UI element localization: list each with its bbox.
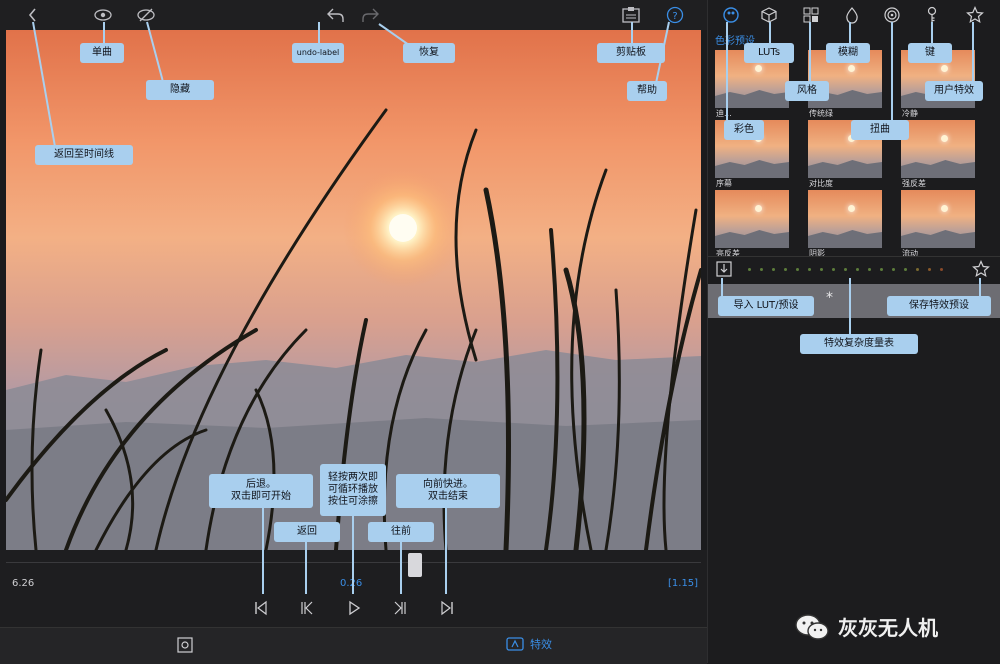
favorite-mark-icon: *	[826, 290, 833, 306]
callout-complexity: 特效复杂度量表	[800, 334, 918, 354]
import-icon[interactable]	[715, 260, 733, 282]
preset-label: 迪...	[716, 109, 732, 118]
watermark: 灰灰无人机	[794, 612, 938, 641]
effects-icon	[506, 637, 524, 651]
preset-label: 冷静	[902, 109, 918, 118]
preset-thumb[interactable]	[901, 190, 975, 248]
preset-label: 阴影	[809, 249, 825, 258]
callout-key: 键	[908, 43, 952, 63]
frame-adjust-icon[interactable]	[176, 636, 194, 658]
preset-label: 序幕	[716, 179, 732, 188]
step-forward-icon[interactable]	[393, 600, 409, 620]
svg-text:?: ?	[672, 11, 677, 22]
preset-thumb[interactable]	[901, 120, 975, 178]
bottom-tabbar: 特效	[0, 627, 707, 664]
save-star-icon[interactable]	[972, 260, 990, 282]
callout-undo: undo-label	[292, 43, 344, 63]
callout-import-lut: 导入 LUT/预设	[718, 296, 814, 316]
preset-label: 对比度	[809, 179, 833, 188]
callout-user-effects: 用户特效	[925, 81, 983, 101]
callout-back: 返回	[274, 522, 340, 542]
blur-drop-icon[interactable]	[841, 4, 863, 26]
callout-forward: 向前快进。 双击结束	[396, 474, 500, 508]
callout-clipboard: 剪贴板	[597, 43, 665, 63]
preset-label: 流动	[902, 249, 918, 258]
callout-hide: 隐藏	[146, 80, 214, 100]
skip-to-start-icon[interactable]	[253, 600, 269, 620]
undo-icon[interactable]	[324, 4, 346, 26]
tab-effects-label: 特效	[530, 638, 552, 651]
end-time: [1.15]	[668, 578, 699, 589]
divider	[708, 256, 1000, 257]
callout-next: 往前	[368, 522, 434, 542]
callout-loop: 轻按两次即 可循环播放 按住可涂擦	[320, 464, 386, 516]
callout-save-preset: 保存特效预设	[887, 296, 991, 316]
preset-label: 强反差	[902, 179, 926, 188]
tab-effects[interactable]: 特效	[506, 636, 552, 652]
preset-thumb[interactable]	[808, 190, 882, 248]
callout-help: 帮助	[627, 81, 667, 101]
style-grid-icon[interactable]	[800, 4, 822, 26]
callout-style: 风格	[785, 81, 829, 101]
playhead[interactable]	[408, 553, 422, 577]
preset-label: 亮反差	[716, 249, 740, 258]
callout-distort: 扭曲	[851, 120, 909, 140]
start-time: 6.26	[12, 578, 35, 589]
callout-back-timeline: 返回至时间线	[35, 145, 133, 165]
callout-redo: 恢复	[403, 43, 455, 63]
callout-blur: 模糊	[826, 43, 870, 63]
play-icon[interactable]	[346, 600, 362, 620]
watermark-text: 灰灰无人机	[838, 616, 938, 640]
skip-to-end-icon[interactable]	[439, 600, 455, 620]
callout-color: 彩色	[724, 120, 764, 140]
preset-thumb[interactable]	[715, 190, 789, 248]
step-back-icon[interactable]	[298, 600, 314, 620]
callout-single: 单曲	[80, 43, 124, 63]
wechat-icon	[795, 613, 829, 640]
color-palette-icon[interactable]	[720, 4, 742, 26]
callout-luts: LUTs	[744, 43, 794, 63]
top-toolbar: ?	[0, 0, 707, 30]
preset-label: 传统绿	[809, 109, 833, 118]
callout-rewind: 后退。 双击即可开始	[209, 474, 313, 508]
star-icon[interactable]	[964, 4, 986, 26]
